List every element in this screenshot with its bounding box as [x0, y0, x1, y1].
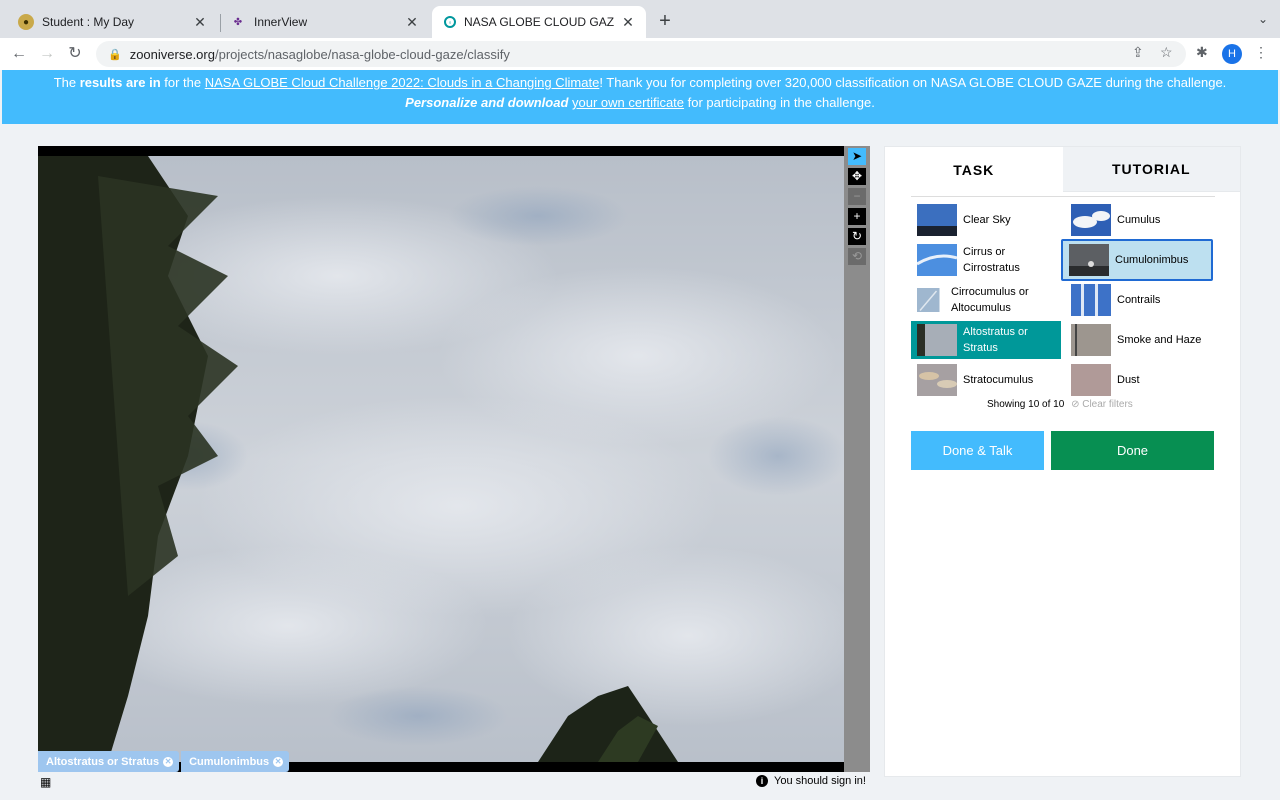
dust-thumb	[1071, 364, 1111, 396]
pan-move-icon[interactable]: ✥	[848, 168, 866, 185]
zoom-in-icon[interactable]: +	[848, 208, 866, 225]
choice-contrails[interactable]: Contrails	[1065, 281, 1215, 319]
mark-chip[interactable]: Cumulonimbus ✕	[181, 751, 290, 772]
remove-icon[interactable]: ✕	[163, 756, 174, 767]
zoom-out-icon[interactable]: −	[848, 188, 866, 205]
close-icon[interactable]: ✕	[192, 14, 208, 30]
reload-icon[interactable]: ↻	[64, 43, 86, 65]
choice-dust[interactable]: Dust	[1065, 361, 1215, 399]
tab-title: Student : My Day	[42, 15, 135, 29]
pointer-icon[interactable]: ➤	[848, 148, 866, 165]
back-arrow-icon[interactable]: ←	[8, 43, 30, 65]
choice-grid: Clear Sky Cumulus Cirrus or Cirrostratus…	[911, 196, 1215, 396]
choice-cirrocumulus[interactable]: Cirrocumulus or Altocumulus	[911, 281, 1061, 319]
url-host: zooniverse.org	[129, 46, 215, 62]
tab-innerview[interactable]: ✤ InnerView ✕	[218, 6, 430, 38]
done-button[interactable]: Done	[1051, 431, 1214, 470]
remove-icon[interactable]: ✕	[273, 756, 284, 767]
viewer-toolbar: ➤ ✥ − + ↻ ⟲	[844, 146, 870, 772]
tab-nasa-globe-cloud-gaze[interactable]: ◦ NASA GLOBE CLOUD GAZE » ✕	[432, 6, 646, 38]
tab-student-my-day[interactable]: ● Student : My Day ✕	[6, 6, 218, 38]
no-entry-icon: ⊘	[1071, 399, 1080, 410]
stratocumulus-thumb	[917, 364, 957, 396]
task-panel: TASK TUTORIAL Clear Sky Cumulus Cirrus o…	[884, 146, 1241, 777]
forward-arrow-icon[interactable]: →	[36, 43, 58, 65]
cirrocumulus-thumb	[917, 288, 940, 312]
choice-smoke-haze[interactable]: Smoke and Haze	[1065, 321, 1215, 359]
extensions-puzzle-icon[interactable]: ✱	[1196, 44, 1208, 61]
url-path: /projects/nasaglobe/nasa-globe-cloud-gaz…	[214, 46, 510, 62]
close-icon[interactable]: ✕	[620, 14, 636, 30]
sign-in-notice[interactable]: i You should sign in!	[756, 775, 866, 787]
lock-icon: 🔒	[108, 48, 122, 61]
choice-clear-sky[interactable]: Clear Sky	[911, 201, 1061, 239]
tab-task[interactable]: TASK	[885, 147, 1063, 192]
done-and-talk-button[interactable]: Done & Talk	[911, 431, 1044, 470]
choice-cumulus[interactable]: Cumulus	[1065, 201, 1215, 239]
grid-view-icon[interactable]: ▦	[40, 775, 51, 789]
bookmark-star-icon[interactable]: ☆	[1160, 44, 1173, 61]
mark-chip[interactable]: Altostratus or Stratus ✕	[38, 751, 180, 772]
browser-toolbar: ← → ↻ 🔒 zooniverse.org/projects/nasaglob…	[0, 38, 1280, 70]
new-tab-plus-icon[interactable]: +	[654, 10, 676, 32]
tab-tutorial[interactable]: TUTORIAL	[1062, 147, 1240, 192]
filter-status: Showing 10 of 10 ⊘ Clear filters	[987, 399, 1133, 410]
close-icon[interactable]: ✕	[404, 14, 420, 30]
clear-sky-thumb	[917, 204, 957, 236]
subject-viewer: ➤ ✥ − + ↻ ⟲	[38, 146, 870, 772]
cumulus-thumb	[1071, 204, 1111, 236]
info-icon: i	[756, 775, 768, 787]
address-bar[interactable]: 🔒 zooniverse.org/projects/nasaglobe/nasa…	[96, 41, 1186, 67]
browser-tab-strip: ● Student : My Day ✕ ✤ InnerView ✕ ◦ NAS…	[0, 0, 1280, 38]
clear-filters-button[interactable]: ⊘ Clear filters	[1071, 399, 1133, 410]
profile-avatar[interactable]: H	[1222, 44, 1242, 64]
choice-stratocumulus[interactable]: Stratocumulus	[911, 361, 1061, 399]
cirrus-thumb	[917, 244, 957, 276]
choice-altostratus[interactable]: Altostratus or Stratus	[911, 321, 1061, 359]
tab-title: InnerView	[254, 15, 308, 29]
zooniverse-logo-icon: ◦	[444, 16, 456, 28]
selected-marks: Altostratus or Stratus ✕ Cumulonimbus ✕	[38, 751, 290, 772]
sky-photo[interactable]	[38, 156, 844, 762]
menu-kebab-icon[interactable]: ⋮	[1254, 44, 1268, 61]
choice-cirrus[interactable]: Cirrus or Cirrostratus	[911, 241, 1061, 279]
tab-title: NASA GLOBE CLOUD GAZE »	[464, 15, 614, 29]
results-banner: The results are in for the NASA GLOBE Cl…	[2, 70, 1278, 124]
cumulonimbus-thumb	[1069, 244, 1109, 276]
reset-icon[interactable]: ⟲	[848, 248, 866, 265]
banner-line-1: The results are in for the NASA GLOBE Cl…	[53, 75, 1227, 90]
rotate-icon[interactable]: ↻	[848, 228, 866, 245]
choice-cumulonimbus[interactable]: Cumulonimbus	[1061, 239, 1213, 281]
share-icon[interactable]: ⇪	[1132, 44, 1144, 61]
banner-line-2: Personalize and download your own certif…	[405, 95, 875, 110]
panel-tabs: TASK TUTORIAL	[885, 147, 1240, 192]
chevron-down-icon[interactable]: ⌄	[1258, 12, 1268, 26]
certificate-link[interactable]: your own certificate	[572, 95, 684, 110]
contrails-thumb	[1071, 284, 1111, 316]
smoke-haze-thumb	[1071, 324, 1111, 356]
school-seal-icon: ●	[18, 14, 34, 30]
altostratus-thumb	[917, 324, 957, 356]
innerview-logo-icon: ✤	[233, 16, 243, 28]
cloud-challenge-link[interactable]: NASA GLOBE Cloud Challenge 2022: Clouds …	[205, 75, 600, 90]
